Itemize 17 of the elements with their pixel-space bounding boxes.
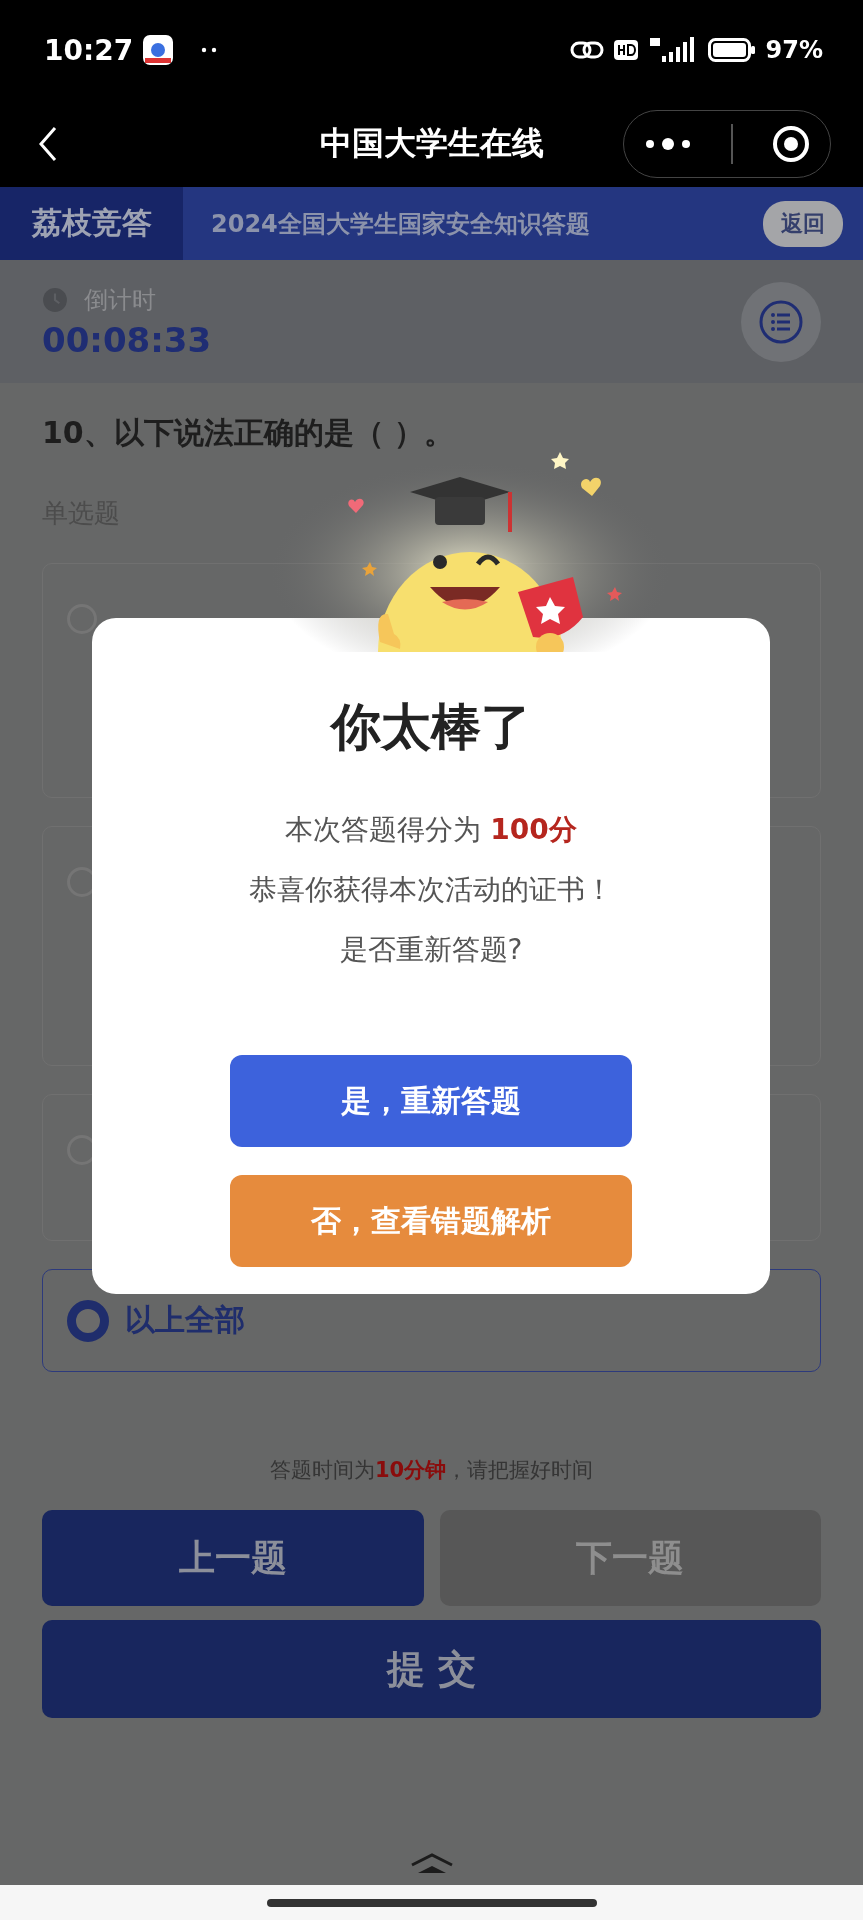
battery-level: 97% — [765, 36, 823, 64]
dialog-message: 恭喜你获得本次活动的证书！ — [249, 872, 613, 908]
countdown-value: 00:08:33 — [42, 319, 212, 360]
step-button[interactable]: 上一题 — [42, 1510, 424, 1606]
status-time: 10:27 — [44, 33, 134, 67]
quiz-title: 2024全国大学生国家安全知识答题 — [211, 208, 590, 240]
back-button[interactable]: 返回 — [763, 200, 843, 247]
page-title: 中国大学生在线 — [319, 122, 544, 164]
dialog-message: 本次答题得分为 100分 — [285, 812, 577, 848]
brand-label: 荔枝竞答 — [0, 187, 183, 260]
option-label: 以上全部 — [125, 1301, 245, 1339]
submit-button[interactable]: 提 交 — [42, 1620, 821, 1718]
dialog-button[interactable]: 否，查看错题解析 — [230, 1175, 632, 1267]
dialog-message: 是否重新答题? — [339, 932, 523, 968]
dialog-button[interactable]: 是，重新答题 — [230, 1055, 632, 1147]
dialog-title: 你太棒了 — [331, 697, 531, 758]
question-text: 10、以下说法正确的是（ ）。 — [42, 414, 456, 452]
